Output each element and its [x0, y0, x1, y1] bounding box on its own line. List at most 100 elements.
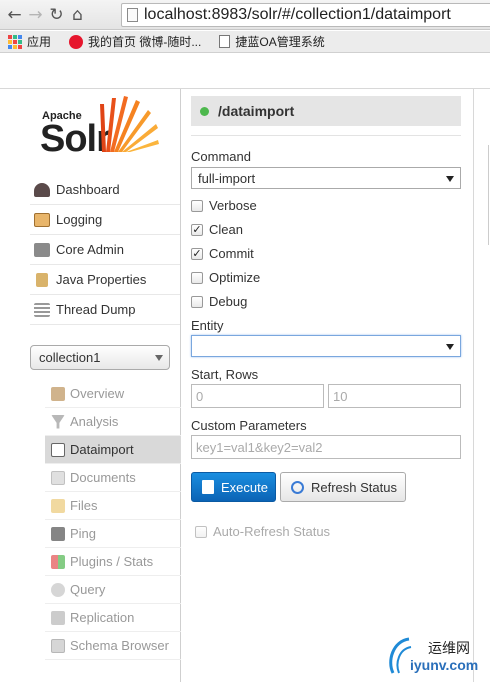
reload-icon[interactable]: ↻ [46, 3, 67, 27]
refresh-icon [291, 480, 304, 494]
handler-header[interactable]: /dataimport [191, 96, 461, 126]
core-menu-label: Files [70, 498, 98, 513]
option-label: Commit [209, 246, 254, 261]
watermark: 运维网 iyunv.com [385, 633, 490, 678]
bookmark-label: 我的首页 微博-随时... [88, 35, 202, 49]
content-divider [473, 89, 474, 682]
url-text: localhost:8983/solr/#/collection1/dataim… [144, 6, 451, 23]
chevron-down-icon [446, 344, 454, 350]
option-verbose[interactable]: Verbose [191, 198, 257, 213]
start-input[interactable]: 0 [191, 384, 324, 408]
rows-input[interactable]: 10 [328, 384, 461, 408]
start-rows-label: Start, Rows [191, 367, 259, 382]
core-menu-item-analysis[interactable]: Analysis [45, 408, 181, 436]
forward-arrow-icon[interactable]: → [25, 3, 46, 27]
core-menu-item-plugins[interactable]: Plugins / Stats [45, 548, 181, 576]
browser-toolbar: ← → ↻ ⌂ localhost:8983/solr/#/collection… [0, 0, 490, 30]
core-menu-item-overview[interactable]: Overview [45, 380, 181, 408]
bookmark-label: 应用 [27, 35, 52, 49]
schema-browser-icon [51, 638, 65, 653]
core-menu-item-schema-browser[interactable]: Schema Browser [45, 632, 181, 660]
sidebar-item-core-admin[interactable]: Core Admin [30, 235, 180, 265]
option-auto-refresh[interactable]: Auto-Refresh Status [195, 524, 330, 539]
rows-placeholder: 10 [333, 388, 348, 404]
bookmarks-bar: 应用 我的首页 微博-随时... 捷蓝OA管理系统 [0, 31, 490, 53]
bookmark-label: 捷蓝OA管理系统 [235, 35, 325, 49]
option-commit[interactable]: ✓ Commit [191, 246, 254, 261]
option-label: Clean [209, 222, 243, 237]
entity-select[interactable] [191, 335, 461, 357]
custom-params-placeholder: key1=val1&key2=val2 [196, 439, 323, 455]
option-debug[interactable]: Debug [191, 294, 247, 309]
documents-icon [51, 470, 65, 485]
dashboard-icon [34, 182, 50, 197]
debug-checkbox[interactable] [191, 295, 203, 308]
refresh-status-button[interactable]: Refresh Status [280, 472, 406, 502]
option-optimize[interactable]: Optimize [191, 270, 260, 285]
execute-button[interactable]: Execute [191, 472, 276, 502]
core-selector[interactable]: collection1 [30, 345, 170, 370]
sidebar-item-logging[interactable]: Logging [30, 205, 180, 235]
auto-refresh-checkbox[interactable] [195, 525, 207, 538]
core-menu-item-files[interactable]: Files [45, 492, 181, 520]
chevron-down-icon [446, 176, 454, 182]
chevron-down-icon [155, 355, 163, 361]
back-arrow-icon[interactable]: ← [4, 3, 25, 27]
dataimport-icon [51, 442, 65, 457]
header-divider [191, 135, 461, 136]
magnifier-icon [51, 582, 65, 597]
command-value: full-import [198, 170, 256, 186]
entity-label: Entity [191, 318, 224, 333]
start-placeholder: 0 [196, 388, 204, 404]
sidebar-item-java-properties[interactable]: Java Properties [30, 265, 180, 295]
core-menu-label: Ping [70, 526, 97, 541]
core-menu-item-ping[interactable]: Ping [45, 520, 181, 548]
core-menu-item-dataimport[interactable]: Dataimport [45, 436, 181, 464]
core-menu-label: Schema Browser [70, 638, 169, 653]
sidebar-item-dashboard[interactable]: Dashboard [30, 175, 180, 205]
java-properties-icon [36, 272, 48, 287]
verbose-checkbox[interactable] [191, 199, 203, 212]
sidebar-item-label: Core Admin [56, 242, 124, 257]
core-menu-item-query[interactable]: Query [45, 576, 181, 604]
core-menu-label: Overview [70, 386, 125, 401]
bookmark-oa[interactable]: 捷蓝OA管理系统 [219, 33, 325, 50]
execute-label: Execute [221, 479, 268, 495]
folder-icon [51, 498, 65, 513]
bookmark-weibo[interactable]: 我的首页 微博-随时... [69, 33, 201, 50]
watermark-text-domain: iyunv.com [410, 657, 479, 673]
frame-divider [0, 88, 490, 89]
apps-grid-icon [8, 34, 22, 49]
core-menu-item-replication[interactable]: Replication [45, 604, 181, 632]
sidebar-item-label: Java Properties [56, 272, 147, 287]
optimize-checkbox[interactable] [191, 271, 203, 284]
status-dot-icon [200, 106, 209, 116]
clean-checkbox[interactable]: ✓ [191, 223, 203, 236]
main-menu: Dashboard Logging Core Admin Java Proper… [30, 175, 180, 325]
core-admin-icon [34, 242, 50, 257]
replication-icon [51, 610, 65, 625]
option-clean[interactable]: ✓ Clean [191, 222, 243, 237]
funnel-icon [51, 414, 65, 429]
watermark-text-cn: 运维网 [428, 640, 470, 656]
commit-checkbox[interactable]: ✓ [191, 247, 203, 260]
solr-logo[interactable]: Apache Solr [40, 96, 165, 160]
core-menu-label: Replication [70, 610, 135, 625]
auto-refresh-label: Auto-Refresh Status [213, 524, 331, 539]
home-icon[interactable]: ⌂ [67, 3, 88, 27]
address-bar[interactable]: localhost:8983/solr/#/collection1/dataim… [121, 3, 490, 27]
custom-params-input[interactable]: key1=val1&key2=val2 [191, 435, 461, 459]
core-menu-item-documents[interactable]: Documents [45, 464, 181, 492]
bookmark-apps[interactable]: 应用 [8, 33, 51, 50]
logging-icon [34, 212, 50, 227]
plugins-icon [51, 554, 65, 569]
document-icon [202, 480, 214, 494]
handler-title: /dataimport [218, 103, 295, 119]
command-label: Command [191, 149, 251, 164]
command-select[interactable]: full-import [191, 167, 461, 189]
core-menu-label: Analysis [70, 414, 119, 429]
sidebar-item-thread-dump[interactable]: Thread Dump [30, 295, 180, 325]
refresh-label: Refresh Status [311, 479, 397, 495]
core-menu-label: Plugins / Stats [70, 554, 154, 569]
core-menu-label: Documents [70, 470, 136, 485]
